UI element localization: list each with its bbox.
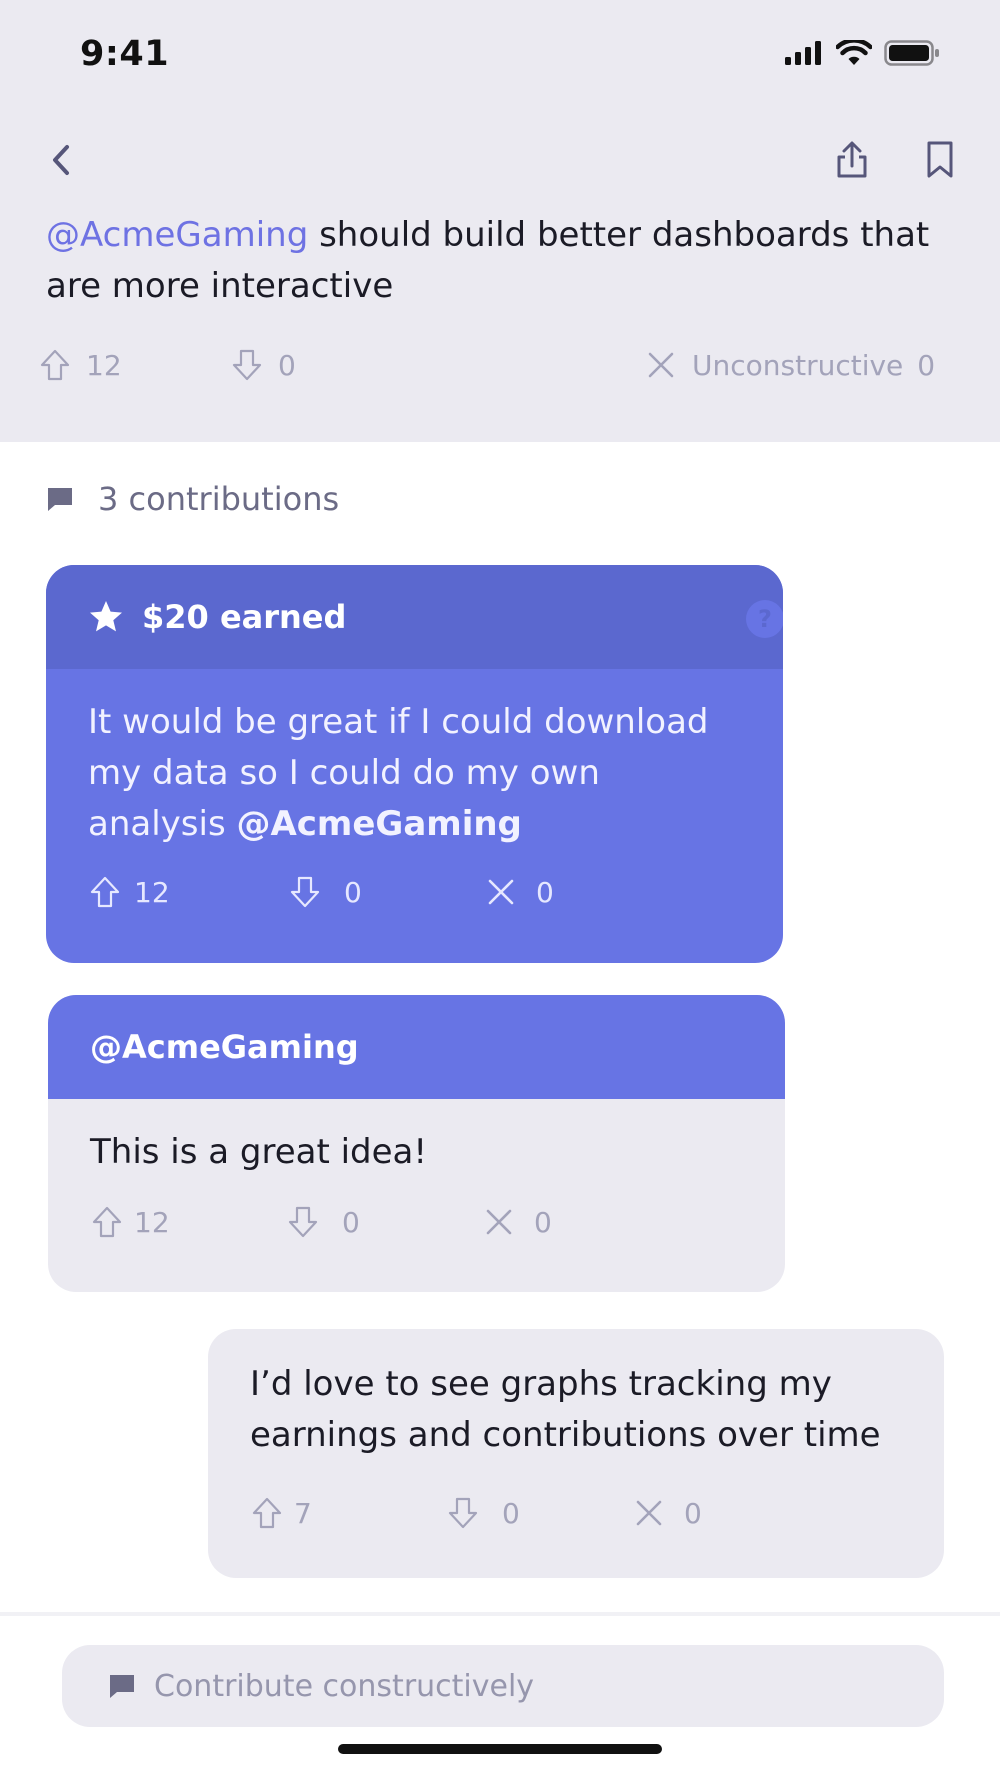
post-title: @AcmeGaming should build better dashboar…	[46, 210, 946, 312]
downvote-icon	[290, 876, 320, 908]
unconstructive-count: 0	[534, 1205, 552, 1239]
post-downvote-button[interactable]: 0	[230, 348, 296, 382]
back-icon	[53, 145, 69, 175]
downvote-icon	[448, 1497, 478, 1529]
downvote-button[interactable]: 0	[286, 1205, 360, 1239]
upvote-button[interactable]: 12	[88, 875, 170, 909]
help-icon[interactable]: ?	[746, 600, 783, 638]
bookmark-icon	[927, 141, 953, 178]
downvote-icon	[288, 1206, 318, 1238]
upvote-count: 12	[134, 1205, 170, 1239]
close-icon	[486, 1209, 512, 1235]
post-unconstructive-count: 0	[917, 348, 936, 382]
post-upvote-button[interactable]: 12	[38, 348, 122, 382]
contribution-card-reply[interactable]: @AcmeGaming This is a great idea! 12 0 0	[48, 995, 785, 1292]
upvote-icon	[90, 876, 120, 908]
close-icon	[636, 1500, 662, 1526]
post-unconstructive-label: Unconstructive	[692, 348, 904, 382]
signal-icon	[785, 41, 821, 65]
unconstructive-button[interactable]: 0	[632, 1496, 702, 1530]
upvote-count: 7	[294, 1496, 312, 1530]
upvote-button[interactable]: 7	[250, 1496, 312, 1530]
close-icon	[648, 352, 674, 378]
contribution-mention[interactable]: @AcmeGaming	[236, 804, 521, 844]
upvote-icon	[40, 349, 70, 381]
status-icons	[784, 40, 940, 66]
downvote-count: 0	[502, 1496, 520, 1530]
bookmark-button[interactable]	[918, 138, 962, 182]
post-unconstructive-button[interactable]: Unconstructive 0	[644, 348, 935, 382]
back-button[interactable]	[40, 138, 84, 182]
reply-author[interactable]: @AcmeGaming	[90, 1028, 359, 1066]
post-mention-link[interactable]: @AcmeGaming	[46, 215, 308, 255]
downvote-button[interactable]: 0	[288, 875, 362, 909]
contributions-count: 3 contributions	[98, 480, 340, 518]
unconstructive-button[interactable]: 0	[482, 1205, 552, 1239]
comment-icon	[48, 488, 72, 511]
earned-amount: $20 earned	[142, 598, 347, 636]
contributions-heading: 3 contributions	[46, 480, 339, 518]
contribution-text: It would be great if I could download my…	[46, 669, 783, 850]
post-upvote-count: 12	[86, 348, 122, 382]
upvote-icon	[92, 1206, 122, 1238]
wifi-icon	[836, 40, 872, 65]
contribution-text: This is a great idea!	[90, 1132, 428, 1172]
status-bar: 9:41	[0, 0, 1000, 110]
contribute-input[interactable]: Contribute constructively	[62, 1645, 944, 1727]
post-downvote-count: 0	[278, 348, 296, 382]
battery-icon	[884, 40, 939, 66]
star-icon	[90, 601, 122, 632]
home-indicator	[338, 1744, 662, 1754]
contribute-placeholder: Contribute constructively	[154, 1668, 535, 1704]
earned-header: $20 earned ?	[46, 565, 783, 669]
downvote-button[interactable]: 0	[446, 1496, 520, 1530]
contribution-card-user[interactable]: I’d love to see graphs tracking my earni…	[208, 1329, 944, 1578]
share-button[interactable]	[830, 138, 874, 182]
composer-divider	[0, 1612, 1000, 1616]
unconstructive-button[interactable]: 0	[484, 875, 554, 909]
status-time: 9:41	[80, 34, 170, 74]
share-icon	[837, 141, 867, 178]
upvote-button[interactable]: 12	[90, 1205, 170, 1239]
downvote-count: 0	[344, 875, 362, 909]
downvote-icon	[232, 349, 262, 381]
unconstructive-count: 0	[536, 875, 554, 909]
downvote-count: 0	[342, 1205, 360, 1239]
upvote-icon	[252, 1497, 282, 1529]
reply-author-header: @AcmeGaming	[48, 995, 785, 1099]
unconstructive-count: 0	[684, 1496, 702, 1530]
comment-icon	[110, 1675, 134, 1698]
contribution-text: I’d love to see graphs tracking my earni…	[250, 1364, 881, 1455]
upvote-count: 12	[134, 875, 170, 909]
contribution-card-earned[interactable]: $20 earned ? It would be great if I coul…	[46, 565, 783, 963]
close-icon	[488, 879, 514, 905]
